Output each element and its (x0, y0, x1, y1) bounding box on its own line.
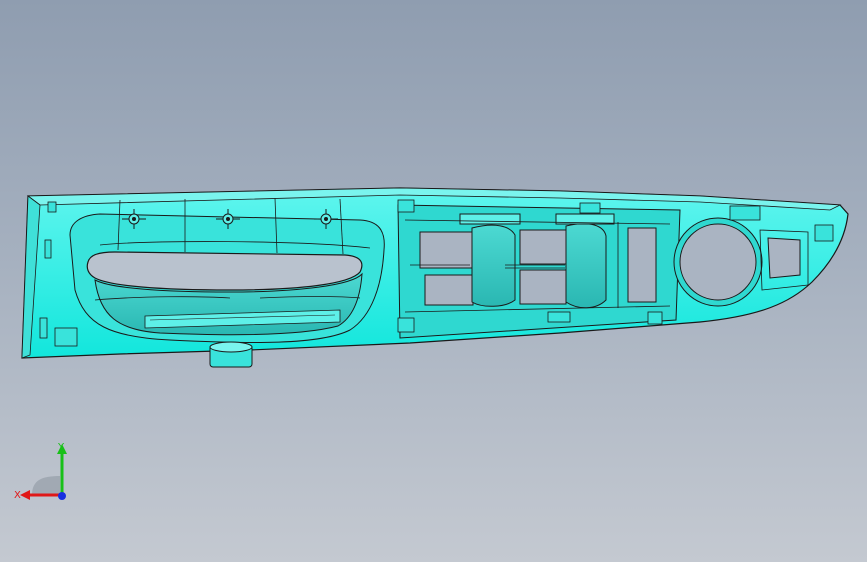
door-panel-model[interactable] (0, 0, 867, 562)
grab-pocket-opening (86, 251, 363, 291)
z-axis-icon (58, 492, 66, 500)
lock-button-pocket (767, 237, 801, 279)
coordinate-triad: Y X (14, 442, 67, 501)
x-axis-label: X (14, 490, 21, 501)
mirror-switch-hole (673, 217, 763, 307)
y-axis-label: Y (57, 442, 65, 453)
cad-3d-viewport[interactable]: Y X (0, 0, 867, 562)
bottom-boss (209, 341, 253, 368)
